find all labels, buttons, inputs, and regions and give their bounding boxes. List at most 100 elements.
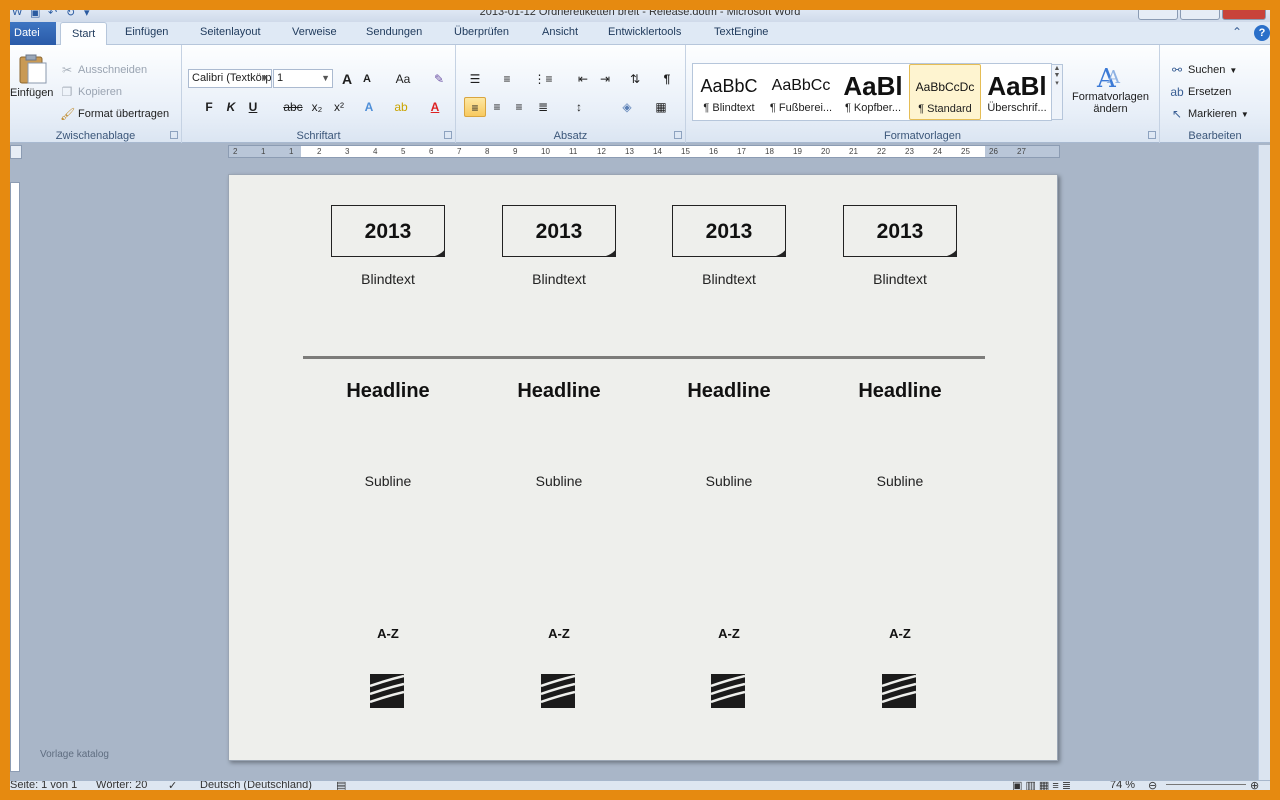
text-effects-icon[interactable]: A — [358, 97, 380, 117]
format-painter-button[interactable]: 🖌 Format übertragen — [60, 107, 169, 121]
ribbon-tabs: Datei Start Einfügen Seitenlayout Verwei… — [10, 22, 1270, 46]
paragraph-launcher-button[interactable] — [674, 131, 682, 139]
horizontal-ruler[interactable]: 2 1 1 2 3 4 5 6 7 8 9 10 11 12 13 14 15 16 17 18 19 20 21 22 23 2… — [228, 145, 1060, 158]
ruler-number: 1 — [289, 147, 294, 156]
decrease-indent-icon[interactable]: ⇤ — [572, 69, 594, 89]
binoculars-icon: ⚯ — [1171, 63, 1183, 77]
justify-icon[interactable]: ≣ — [532, 97, 554, 117]
tab-insert[interactable]: Einfügen — [125, 26, 168, 38]
sort-icon[interactable]: ⇅ — [624, 69, 646, 89]
select-label: Markieren — [1188, 108, 1237, 120]
borders-icon[interactable]: ▦ — [650, 97, 672, 117]
change-styles-button[interactable]: A A Formatvorlagen ändern — [1072, 63, 1149, 115]
minimize-button[interactable] — [1138, 10, 1178, 20]
tab-start[interactable]: Start — [60, 22, 108, 46]
zoom-out-button[interactable]: ⊖ — [1148, 781, 1157, 790]
ruler-number: 18 — [765, 147, 774, 156]
zoom-slider[interactable] — [1166, 784, 1246, 785]
year-box: 2013 — [502, 205, 616, 257]
style-fussbereich[interactable]: AaBbCc ¶ Fußberei... — [765, 64, 837, 120]
tab-page-layout[interactable]: Seitenlayout — [200, 26, 261, 38]
vertical-scrollbar[interactable] — [1258, 145, 1270, 785]
paste-label: Einfügen — [10, 87, 54, 99]
group-label-styles: Formatvorlagen — [883, 130, 962, 142]
align-right-icon[interactable]: ≡ — [508, 97, 530, 117]
clipboard-launcher-button[interactable] — [170, 131, 178, 139]
macro-icon[interactable]: ▤ — [336, 781, 346, 790]
cut-button[interactable]: ✂ Ausschneiden — [60, 63, 147, 77]
replace-button[interactable]: ab Ersetzen — [1170, 85, 1231, 99]
tab-developer[interactable]: Entwicklertools — [608, 26, 681, 38]
superscript-button[interactable]: x² — [328, 97, 350, 117]
style-standard[interactable]: AaBbCcDc ¶ Standard — [909, 64, 981, 120]
shading-icon[interactable]: ◈ — [616, 97, 638, 117]
copy-button[interactable]: ❐ Kopieren — [60, 85, 122, 99]
line-spacing-icon[interactable]: ↕ — [568, 97, 590, 117]
shrink-font-button[interactable]: A — [356, 69, 378, 89]
year-text: 2013 — [535, 220, 583, 243]
style-sample: AaBbCc — [771, 77, 831, 94]
numbering-icon[interactable]: ≡ — [496, 69, 518, 89]
style-blindtext[interactable]: AaBbC ¶ Blindtext — [693, 64, 765, 120]
maximize-button[interactable] — [1180, 10, 1220, 20]
clear-formatting-icon[interactable]: ✎ — [428, 69, 450, 89]
zoom-in-button[interactable]: ⊕ — [1250, 781, 1259, 790]
find-button[interactable]: ⚯ Suchen ▼ — [1170, 63, 1237, 77]
paste-button[interactable]: Einfügen — [10, 53, 53, 99]
tab-textengine[interactable]: TextEngine — [714, 26, 768, 38]
blindtext-label: Blindtext — [702, 271, 756, 287]
align-left-icon[interactable]: ≡ — [464, 97, 486, 117]
style-ueberschrift[interactable]: AaBl Überschrif... — [981, 64, 1053, 120]
tab-review[interactable]: Überprüfen — [454, 26, 509, 38]
multilevel-list-icon[interactable]: ⋮≡ — [532, 69, 554, 89]
increase-indent-icon[interactable]: ⇥ — [594, 69, 616, 89]
subline-label: Subline — [705, 473, 753, 489]
style-kopfbereich[interactable]: AaBl ¶ Kopfber... — [837, 64, 909, 120]
show-formatting-button[interactable]: ¶ — [656, 69, 678, 89]
subline-label: Subline — [364, 473, 412, 489]
print-layout-view-icon[interactable]: ▣ ▥ ▦ ≡ ≣ — [1012, 781, 1071, 790]
page-count[interactable]: Seite: 1 von 1 — [10, 781, 77, 790]
document-page[interactable]: 2013 Blindtext Headline Subline A-Z 2013… — [228, 174, 1058, 761]
font-color-icon[interactable]: A — [424, 97, 446, 117]
select-button[interactable]: ↖ Markieren ▼ — [1170, 107, 1249, 121]
change-case-button[interactable]: Aa — [390, 69, 416, 89]
ruler-number: 6 — [429, 147, 434, 156]
font-size-combo[interactable]: 1 ▼ — [273, 69, 333, 88]
styles-launcher-button[interactable] — [1148, 131, 1156, 139]
highlight-icon[interactable]: ab — [390, 97, 412, 117]
help-icon[interactable]: ? — [1254, 25, 1270, 41]
gallery-scroll-button[interactable]: ▲ ▼ ▾ — [1051, 64, 1063, 120]
minimize-ribbon-icon[interactable]: ⌃ — [1230, 25, 1244, 39]
tab-selector-button[interactable] — [10, 145, 22, 159]
ruler-number: 21 — [849, 147, 858, 156]
zoom-level[interactable]: 74 % — [1110, 781, 1135, 790]
ruler-number: 4 — [373, 147, 378, 156]
subscript-button[interactable]: x₂ — [306, 97, 328, 117]
tab-file[interactable]: Datei — [10, 22, 56, 45]
font-launcher-button[interactable] — [444, 131, 452, 139]
help-area: ⌃ ? — [1230, 25, 1270, 41]
az-label: A-Z — [548, 626, 570, 641]
ruler-number: 17 — [737, 147, 746, 156]
style-name: Überschrif... — [987, 102, 1047, 114]
language-indicator[interactable]: Deutsch (Deutschland) — [200, 781, 312, 790]
font-name-combo[interactable]: Calibri (Textkörper) ▼ — [188, 69, 272, 88]
word-count[interactable]: Wörter: 20 — [96, 781, 147, 790]
underline-button[interactable]: U — [242, 97, 264, 117]
close-button[interactable] — [1222, 10, 1266, 20]
ruler-number: 2 — [233, 147, 238, 156]
align-center-icon[interactable]: ≡ — [486, 97, 508, 117]
vertical-ruler[interactable] — [10, 182, 20, 772]
italic-button[interactable]: K — [220, 97, 242, 117]
grow-font-button[interactable]: A — [336, 69, 358, 89]
proofing-icon[interactable]: ✓ — [168, 781, 177, 790]
paintbrush-icon: 🖌 — [60, 107, 76, 121]
strikethrough-button[interactable]: abc — [280, 97, 306, 117]
bullets-icon[interactable]: ☰ — [464, 69, 486, 89]
tab-mailings[interactable]: Sendungen — [366, 26, 422, 38]
bold-button[interactable]: F — [198, 97, 220, 117]
tab-view[interactable]: Ansicht — [542, 26, 578, 38]
tab-references[interactable]: Verweise — [292, 26, 337, 38]
style-sample: AaBl — [843, 71, 903, 101]
